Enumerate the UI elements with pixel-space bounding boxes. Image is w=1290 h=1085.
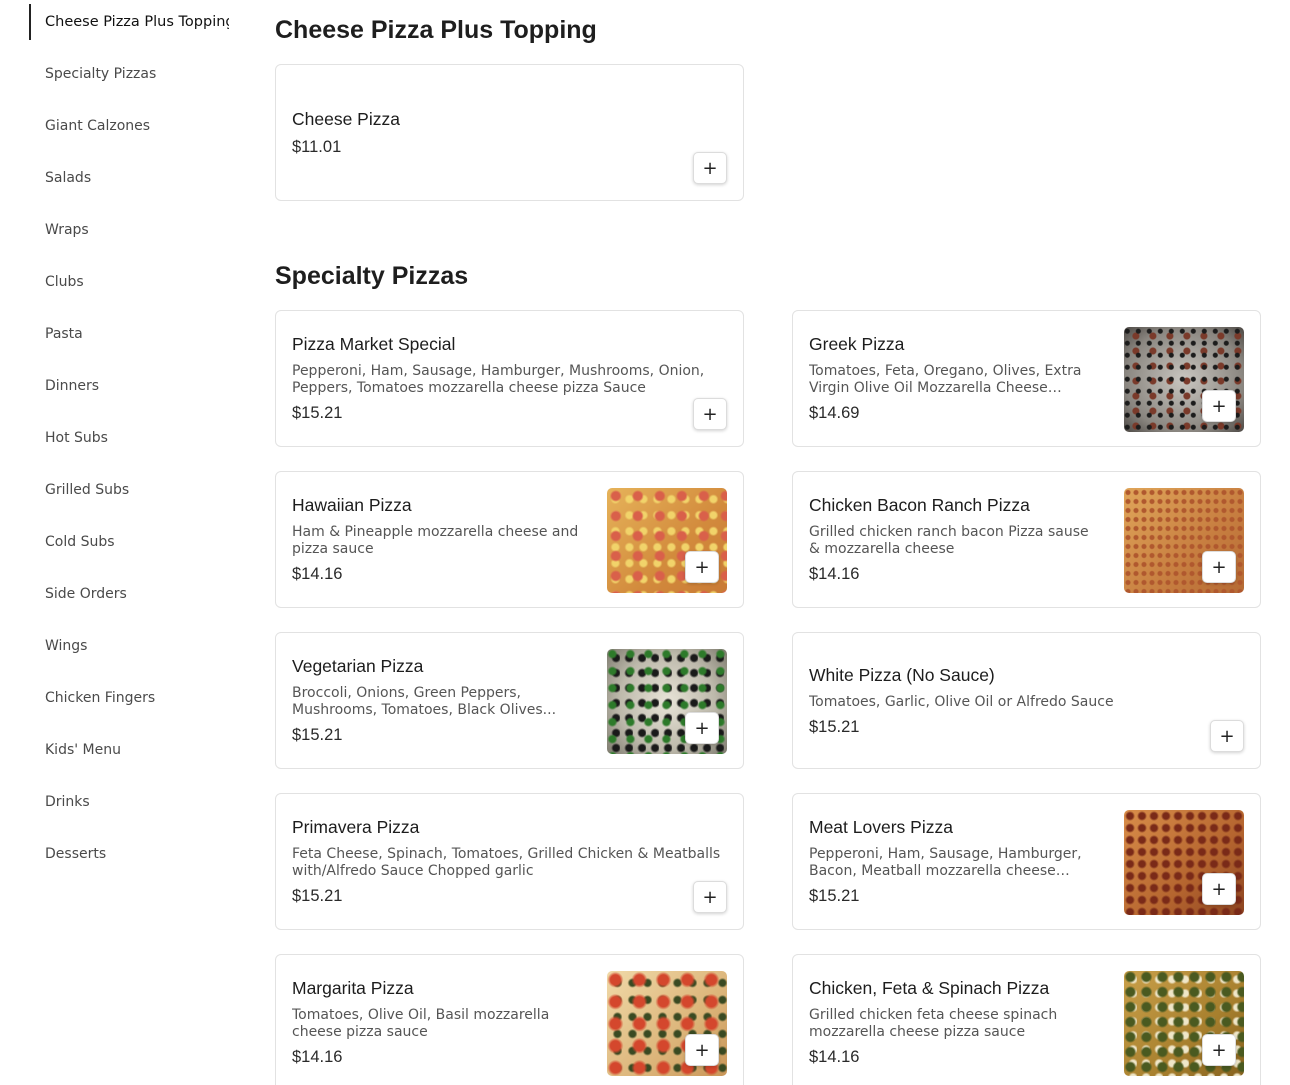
sidebar-item-grilled-subs[interactable]: Grilled Subs [29,472,229,508]
menu-item-name: Pizza Market Special [292,334,456,354]
menu-item-price: $15.21 [292,887,343,905]
menu-item-price: $15.21 [809,887,860,905]
add-item-button[interactable]: + [1202,390,1236,422]
menu-item-name: Margarita Pizza [292,978,414,998]
menu-item-description: Ham & Pineapple mozzarella cheese and pi… [292,524,579,557]
menu-item-text: Primavera Pizza Feta Cheese, Spinach, To… [292,794,727,929]
menu-item-description: Broccoli, Onions, Green Peppers, Mushroo… [292,685,557,718]
menu-item-price: $14.16 [292,1048,343,1066]
sidebar-item-wings[interactable]: Wings [29,628,229,664]
menu-item-name: Meat Lovers Pizza [809,817,953,837]
menu-item-name: Greek Pizza [809,334,905,354]
add-item-button[interactable]: + [1202,1034,1236,1066]
menu-item-description: Feta Cheese, Spinach, Tomatoes, Grilled … [292,846,721,879]
sidebar-item-specialty-pizzas[interactable]: Specialty Pizzas [29,56,229,92]
menu-item-card[interactable]: Meat Lovers Pizza Pepperoni, Ham, Sausag… [792,793,1261,930]
add-item-button[interactable]: + [1210,720,1244,752]
menu-item-text: Hawaiian Pizza Ham & Pineapple mozzarell… [292,472,583,607]
menu-item-description: Tomatoes, Olive Oil, Basil mozzarella ch… [292,1007,550,1040]
add-item-button[interactable]: + [685,712,719,744]
menu-item-card[interactable]: Cheese Pizza $11.01 + [275,64,744,201]
menu-item-text: Meat Lovers Pizza Pepperoni, Ham, Sausag… [809,794,1100,929]
menu-item-text: White Pizza (No Sauce) Tomatoes, Garlic,… [809,633,1244,768]
sidebar-item-cheese-pizza-plus-topping[interactable]: Cheese Pizza Plus Topping [29,4,229,40]
add-item-button[interactable]: + [693,152,727,184]
menu-item-card[interactable]: Primavera Pizza Feta Cheese, Spinach, To… [275,793,744,930]
menu-item-card[interactable]: Pizza Market Special Pepperoni, Ham, Sau… [275,310,744,447]
sidebar-item-giant-calzones[interactable]: Giant Calzones [29,108,229,144]
menu-item-card[interactable]: Greek Pizza Tomatoes, Feta, Oregano, Oli… [792,310,1261,447]
menu-item-price: $14.16 [809,565,860,583]
menu-item-description: Pepperoni, Ham, Sausage, Hamburger, Baco… [809,846,1082,879]
add-item-button[interactable]: + [685,1034,719,1066]
section-title: Cheese Pizza Plus Topping [275,16,597,44]
menu-item-price: $11.01 [292,137,342,156]
sidebar-item-kids-menu[interactable]: Kids' Menu [29,732,229,768]
sidebar-item-cold-subs[interactable]: Cold Subs [29,524,229,560]
menu-item-card[interactable]: Margarita Pizza Tomatoes, Olive Oil, Bas… [275,954,744,1085]
sidebar-item-drinks[interactable]: Drinks [29,784,229,820]
category-sidebar: Cheese Pizza Plus Topping Specialty Pizz… [0,0,245,1085]
menu-item-text: Greek Pizza Tomatoes, Feta, Oregano, Oli… [809,311,1100,446]
add-item-button[interactable]: + [1202,873,1236,905]
menu-item-text: Cheese Pizza $11.01 [292,65,400,200]
menu-item-price: $15.21 [809,717,860,736]
menu-item-text: Margarita Pizza Tomatoes, Olive Oil, Bas… [292,955,583,1085]
add-item-button[interactable]: + [693,398,727,430]
sidebar-item-pasta[interactable]: Pasta [29,316,229,352]
menu-item-description: Tomatoes, Feta, Oregano, Olives, Extra V… [809,363,1082,396]
menu-item-text: Vegetarian Pizza Broccoli, Onions, Green… [292,633,583,768]
menu-item-description: Grilled chicken ranch bacon Pizza sause … [809,524,1089,557]
sidebar-item-salads[interactable]: Salads [29,160,229,196]
menu-item-price: $15.21 [292,726,343,744]
menu-item-price: $14.16 [292,565,343,583]
menu-item-description: Grilled chicken feta cheese spinach mozz… [809,1007,1058,1040]
sidebar-item-wraps[interactable]: Wraps [29,212,229,248]
menu-item-description: Tomatoes, Garlic, Olive Oil or Alfredo S… [809,693,1114,710]
menu-item-name: Chicken, Feta & Spinach Pizza [809,978,1050,998]
menu-item-text: Chicken, Feta & Spinach Pizza Grilled ch… [809,955,1100,1085]
add-item-button[interactable]: + [1202,551,1236,583]
menu-item-card[interactable]: White Pizza (No Sauce) Tomatoes, Garlic,… [792,632,1261,769]
menu-item-name: Vegetarian Pizza [292,656,424,676]
sidebar-item-dinners[interactable]: Dinners [29,368,229,404]
section-title: Specialty Pizzas [275,262,469,290]
menu-item-card[interactable]: Chicken Bacon Ranch Pizza Grilled chicke… [792,471,1261,608]
menu-item-name: Primavera Pizza [292,817,420,837]
sidebar-item-desserts[interactable]: Desserts [29,836,229,872]
menu-item-price: $15.21 [292,404,343,422]
menu-item-card[interactable]: Hawaiian Pizza Ham & Pineapple mozzarell… [275,471,744,608]
menu-item-text: Pizza Market Special Pepperoni, Ham, Sau… [292,311,727,446]
menu-item-description: Pepperoni, Ham, Sausage, Hamburger, Mush… [292,363,705,396]
add-item-button[interactable]: + [693,881,727,913]
menu-item-name: Hawaiian Pizza [292,495,412,515]
menu-item-text: Chicken Bacon Ranch Pizza Grilled chicke… [809,472,1100,607]
add-item-button[interactable]: + [685,551,719,583]
menu-item-card[interactable]: Vegetarian Pizza Broccoli, Onions, Green… [275,632,744,769]
sidebar-item-side-orders[interactable]: Side Orders [29,576,229,612]
menu-item-name: Chicken Bacon Ranch Pizza [809,495,1030,515]
menu-item-name: Cheese Pizza [292,108,400,129]
menu-item-card[interactable]: Chicken, Feta & Spinach Pizza Grilled ch… [792,954,1261,1085]
sidebar-item-hot-subs[interactable]: Hot Subs [29,420,229,456]
menu-item-name: White Pizza (No Sauce) [809,664,995,685]
sidebar-item-chicken-fingers[interactable]: Chicken Fingers [29,680,229,716]
sidebar-item-clubs[interactable]: Clubs [29,264,229,300]
menu-item-price: $14.16 [809,1048,860,1066]
menu-item-price: $14.69 [809,404,860,422]
